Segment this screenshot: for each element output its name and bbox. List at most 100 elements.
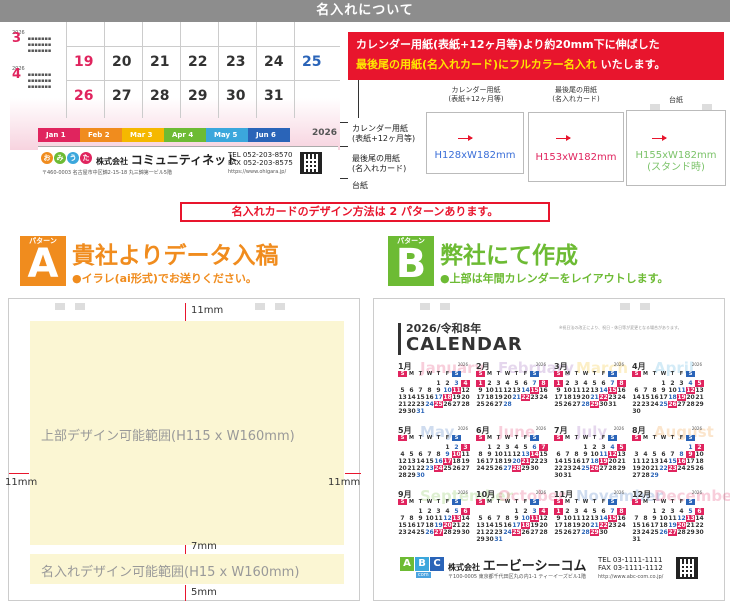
day-cell: 4 bbox=[445, 508, 450, 515]
day-blank bbox=[632, 380, 641, 387]
size-dim-last: H153xW182mm bbox=[535, 152, 617, 163]
weekday: T bbox=[436, 435, 441, 441]
day-cell: 22 bbox=[407, 401, 416, 408]
day-cell: 29 bbox=[617, 465, 626, 472]
weekday: F bbox=[679, 435, 684, 441]
pattern-b-badge: パターン B bbox=[388, 236, 434, 287]
day-cell: 4 bbox=[539, 508, 548, 515]
day-cell: 21 bbox=[686, 522, 695, 529]
weekday: F bbox=[523, 371, 528, 377]
day-cell: 5 bbox=[478, 515, 483, 522]
day-blank bbox=[650, 380, 659, 387]
day-cell: 13 bbox=[407, 458, 416, 465]
day-cell: 27 bbox=[452, 401, 461, 408]
day-cell: 3 bbox=[634, 451, 639, 458]
day-cell: 18 bbox=[425, 522, 434, 529]
grid-line bbox=[104, 22, 105, 118]
month-year: 2026 bbox=[691, 490, 702, 495]
month-year: 2026 bbox=[535, 490, 546, 495]
day-cell: 24 bbox=[617, 394, 626, 401]
day-blank bbox=[572, 444, 581, 451]
weekday: T bbox=[670, 499, 675, 505]
day-cell: 2 bbox=[695, 444, 704, 451]
day-number: 24 bbox=[264, 54, 284, 70]
weekday: F bbox=[445, 435, 450, 441]
weekday: W bbox=[504, 435, 511, 441]
day-cell: 8 bbox=[427, 387, 432, 394]
weekday: T bbox=[652, 435, 657, 441]
days-grid: 1 2 3 4 5 6 7 8 9 10 11 12 13 14 15 16 17 18 19 20 21 22 23 24 2… bbox=[554, 380, 626, 408]
weekday: T bbox=[592, 499, 597, 505]
day-blank bbox=[398, 444, 407, 451]
size-label-text: (名入れカード) bbox=[552, 95, 600, 103]
card-tel: TEL 052-203-8570 bbox=[228, 151, 293, 159]
day-cell: 7 bbox=[634, 515, 639, 522]
day-cell: 9 bbox=[583, 451, 588, 458]
day-cell: 26 bbox=[590, 465, 599, 472]
day-cell: 26 bbox=[443, 401, 452, 408]
day-cell: 11 bbox=[572, 387, 581, 394]
day-cell: 13 bbox=[617, 451, 626, 458]
day-cell: 1 bbox=[661, 380, 666, 387]
layer-text: (名入れカード) bbox=[352, 164, 407, 173]
day-cell: 25 bbox=[443, 465, 452, 472]
day-cell: 23 bbox=[494, 529, 503, 536]
pattern-letter: A bbox=[27, 241, 59, 287]
weekday: S bbox=[632, 435, 641, 441]
pink-gradient bbox=[10, 98, 340, 150]
day-cell: 16 bbox=[641, 522, 650, 529]
size-dim-text: H155xW182mm bbox=[635, 150, 717, 161]
day-cell: 9 bbox=[487, 451, 492, 458]
day-cell: 17 bbox=[476, 394, 485, 401]
day-number: 25 bbox=[302, 54, 322, 70]
day-cell: 25 bbox=[476, 401, 485, 408]
day-cell: 19 bbox=[668, 522, 677, 529]
month-chip: Apr 4 bbox=[164, 128, 206, 142]
day-cell: 12 bbox=[398, 458, 407, 465]
hanger-tab bbox=[640, 303, 650, 310]
day-cell: 28 bbox=[398, 472, 407, 479]
day-cell: 12 bbox=[581, 387, 590, 394]
day-cell: 19 bbox=[599, 458, 608, 465]
weekday: W bbox=[660, 499, 667, 505]
day-cell: 6 bbox=[556, 451, 561, 458]
weekday: W bbox=[660, 371, 667, 377]
days-grid: 1 2 3 4 5 6 7 8 9 10 11 12 13 14 15 16 17 18 19 20 21 22 23 24 2… bbox=[476, 444, 548, 472]
day-cell: 30 bbox=[461, 529, 470, 536]
weekday: F bbox=[523, 499, 528, 505]
day-cell: 24 bbox=[434, 465, 443, 472]
day-cell: 19 bbox=[632, 465, 641, 472]
day-cell: 24 bbox=[617, 522, 626, 529]
day-cell: 15 bbox=[641, 394, 650, 401]
day-cell: 31 bbox=[563, 472, 572, 479]
layer-text: (表紙+12ヶ月等) bbox=[352, 134, 416, 143]
layer-text: 最後尾の用紙 bbox=[352, 154, 400, 163]
pattern-a-title: 貴社よりデータ入稿 bbox=[72, 243, 279, 269]
day-cell: 5 bbox=[409, 451, 414, 458]
day-cell: 20 bbox=[443, 522, 452, 529]
day-cell: 22 bbox=[416, 465, 425, 472]
weekday: T bbox=[670, 435, 675, 441]
day-cell: 25 bbox=[434, 401, 443, 408]
day-cell: 20 bbox=[677, 522, 686, 529]
days-grid: 1 2 3 4 5 6 7 8 9 10 11 12 13 14 15 16 17 18 19 20 21 22 23 24 2… bbox=[632, 380, 704, 415]
day-cell: 29 bbox=[452, 529, 461, 536]
weekday: T bbox=[436, 499, 441, 505]
day-cell: 12 bbox=[443, 515, 452, 522]
day-cell: 30 bbox=[485, 536, 494, 543]
weekday-row: SMTWTFS bbox=[476, 435, 539, 441]
day-cell: 7 bbox=[418, 387, 423, 394]
weekday: F bbox=[445, 371, 450, 377]
day-cell: 22 bbox=[659, 465, 668, 472]
footer-company: 株式会社 エービーシーコム bbox=[448, 555, 587, 574]
day-cell: 26 bbox=[485, 401, 494, 408]
day-cell: 29 bbox=[695, 401, 704, 408]
day-cell: 1 bbox=[554, 380, 563, 387]
day-cell: 30 bbox=[416, 472, 425, 479]
weekday: T bbox=[514, 499, 519, 505]
weekday: F bbox=[523, 435, 528, 441]
day-cell: 22 bbox=[599, 394, 608, 401]
weekday: T bbox=[574, 435, 579, 441]
day-cell: 16 bbox=[677, 458, 686, 465]
day-cell: 25 bbox=[485, 465, 494, 472]
